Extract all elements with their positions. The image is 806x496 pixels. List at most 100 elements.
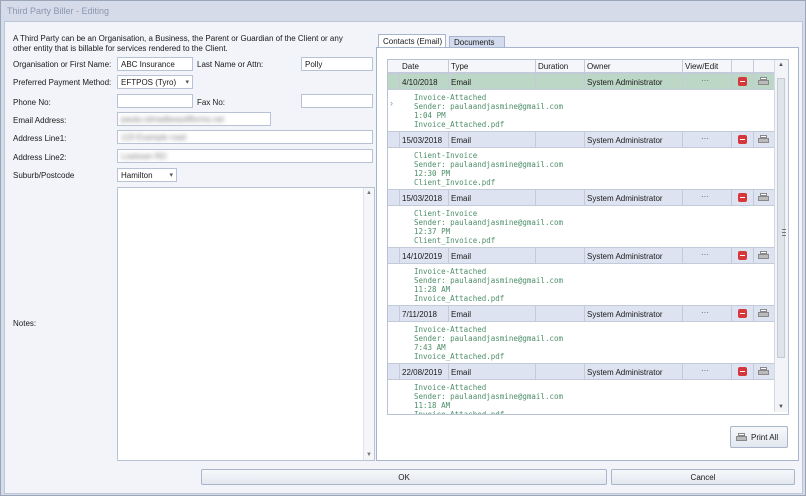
print-icon[interactable]: [758, 193, 769, 202]
row-detail: Invoice-Attached Sender: paulaandjasmine@…: [414, 383, 563, 415]
row-type: Email: [451, 310, 472, 319]
contacts-grid: Date Type Duration Owner View/Edit 4/10/…: [387, 59, 789, 415]
ok-button[interactable]: OK: [201, 469, 607, 485]
email-field[interactable]: paula.cdmadbeautifforms.net: [117, 112, 271, 126]
view-edit-button[interactable]: ···: [701, 192, 709, 201]
row-detail-line: Invoice_Attached.pdf: [414, 410, 505, 415]
chevron-right-icon: ›: [390, 98, 393, 108]
row-owner: System Administrator: [587, 368, 663, 377]
email-value: paula.cdmadbeautifforms.net: [121, 115, 225, 124]
title-bar: Third Party Biller - Editing: [1, 1, 805, 21]
payment-method-value: EFTPOS (Tyro): [121, 78, 177, 87]
address1-value: 123 Example road: [121, 133, 186, 142]
col-owner[interactable]: Owner: [587, 62, 611, 71]
scroll-down-icon[interactable]: ▼: [778, 404, 784, 410]
row-detail-line: Client_Invoice.pdf: [414, 236, 496, 245]
print-icon[interactable]: [758, 309, 769, 318]
cancel-button[interactable]: Cancel: [611, 469, 795, 485]
print-icon[interactable]: [758, 367, 769, 376]
row-date: 4/10/2018: [402, 78, 438, 87]
row-detail: Invoice-Attached Sender: paulaandjasmine@…: [414, 93, 563, 129]
table-row[interactable]: 15/03/2018 Email System Administrator ···: [388, 189, 774, 206]
row-owner: System Administrator: [587, 252, 663, 261]
phone-label: Phone No:: [13, 98, 51, 107]
table-row[interactable]: 14/10/2019 Email System Administrator ···: [388, 247, 774, 264]
suburb-value: Hamilton: [121, 171, 153, 180]
print-icon[interactable]: [758, 251, 769, 260]
scroll-down-icon[interactable]: ▼: [366, 452, 372, 458]
print-all-button[interactable]: Print All: [730, 426, 788, 448]
view-edit-button[interactable]: ···: [701, 366, 709, 375]
row-detail-line: 12:30 PM: [414, 169, 451, 178]
table-row[interactable]: 15/03/2018 Email System Administrator ···: [388, 131, 774, 148]
row-detail-line: Client_Invoice.pdf: [414, 178, 496, 187]
row-owner: System Administrator: [587, 310, 663, 319]
row-detail-line: Invoice-Attached: [414, 267, 487, 276]
row-owner: System Administrator: [587, 78, 663, 87]
address2-label: Address Line2:: [13, 153, 67, 162]
address1-label: Address Line1:: [13, 134, 67, 143]
fax-label: Fax No:: [197, 98, 226, 107]
row-owner: System Administrator: [587, 194, 663, 203]
scroll-up-icon[interactable]: ▲: [366, 190, 372, 196]
last-name-field[interactable]: Polly: [301, 57, 373, 71]
row-date: 22/08/2019: [402, 368, 443, 377]
scroll-up-icon[interactable]: ▲: [778, 62, 784, 68]
table-row[interactable]: 7/11/2018 Email System Administrator ···: [388, 305, 774, 322]
row-detail-line: Invoice_Attached.pdf: [414, 294, 505, 303]
view-edit-button[interactable]: ···: [701, 76, 709, 85]
org-name-field[interactable]: ABC Insurance: [117, 57, 193, 71]
row-date: 15/03/2018: [402, 136, 443, 145]
window-title: Third Party Biller - Editing: [7, 6, 110, 16]
address2-field[interactable]: Lowtown RD: [117, 149, 373, 163]
col-duration[interactable]: Duration: [538, 62, 568, 71]
print-icon: [736, 433, 747, 442]
notes-field[interactable]: ▲ ▼: [117, 187, 375, 461]
row-detail-line: Invoice-Attached: [414, 93, 487, 102]
view-edit-button[interactable]: ···: [701, 250, 709, 259]
table-row[interactable]: 4/10/2018 Email System Administrator ···: [388, 73, 774, 90]
last-name-label: Last Name or Attn:: [197, 60, 264, 69]
table-row[interactable]: 22/08/2019 Email System Administrator ···: [388, 363, 774, 380]
row-type: Email: [451, 252, 472, 261]
row-detail-line: Sender: paulaandjasmine@gmail.com: [414, 276, 564, 285]
scroll-thumb[interactable]: [777, 78, 786, 358]
cancel-label: Cancel: [690, 473, 716, 482]
delete-icon[interactable]: [738, 251, 747, 260]
ok-label: OK: [398, 473, 410, 482]
suburb-select[interactable]: Hamilton ▾: [117, 168, 177, 182]
org-label: Organisation or First Name:: [13, 60, 112, 69]
row-type: Email: [451, 78, 472, 87]
row-detail-line: Client-Invoice: [414, 209, 478, 218]
row-detail-line: Sender: paulaandjasmine@gmail.com: [414, 102, 564, 111]
view-edit-button[interactable]: ···: [701, 308, 709, 317]
col-view-edit[interactable]: View/Edit: [685, 62, 718, 71]
row-type: Email: [451, 194, 472, 203]
delete-icon[interactable]: [738, 309, 747, 318]
print-icon[interactable]: [758, 77, 769, 86]
row-detail: Invoice-Attached Sender: paulaandjasmine@…: [414, 325, 563, 361]
dialog-window: Third Party Biller - Editing A Third Par…: [0, 0, 806, 496]
view-edit-button[interactable]: ···: [701, 134, 709, 143]
fax-field[interactable]: [301, 94, 373, 108]
phone-field[interactable]: [117, 94, 193, 108]
address1-field[interactable]: 123 Example road: [117, 130, 373, 144]
dialog-body: A Third Party can be an Organisation, a …: [4, 21, 803, 494]
row-detail: Invoice-Attached Sender: paulaandjasmine@…: [414, 267, 563, 303]
tab-contacts-email[interactable]: Contacts (Email): [378, 34, 446, 48]
payment-method-select[interactable]: EFTPOS (Tyro) ▾: [117, 75, 193, 89]
col-type[interactable]: Type: [451, 62, 468, 71]
print-icon[interactable]: [758, 135, 769, 144]
row-detail-line: 11:18 AM: [414, 401, 451, 410]
grid-scrollbar[interactable]: ▲ ▼: [774, 60, 788, 412]
contacts-panel: Date Type Duration Owner View/Edit 4/10/…: [376, 47, 799, 461]
row-detail-line: Sender: paulaandjasmine@gmail.com: [414, 218, 564, 227]
delete-icon[interactable]: [738, 193, 747, 202]
row-detail-line: Invoice_Attached.pdf: [414, 352, 505, 361]
delete-icon[interactable]: [738, 77, 747, 86]
notes-scrollbar[interactable]: ▲ ▼: [363, 188, 374, 460]
address2-value: Lowtown RD: [121, 152, 167, 161]
delete-icon[interactable]: [738, 367, 747, 376]
delete-icon[interactable]: [738, 135, 747, 144]
col-date[interactable]: Date: [402, 62, 419, 71]
